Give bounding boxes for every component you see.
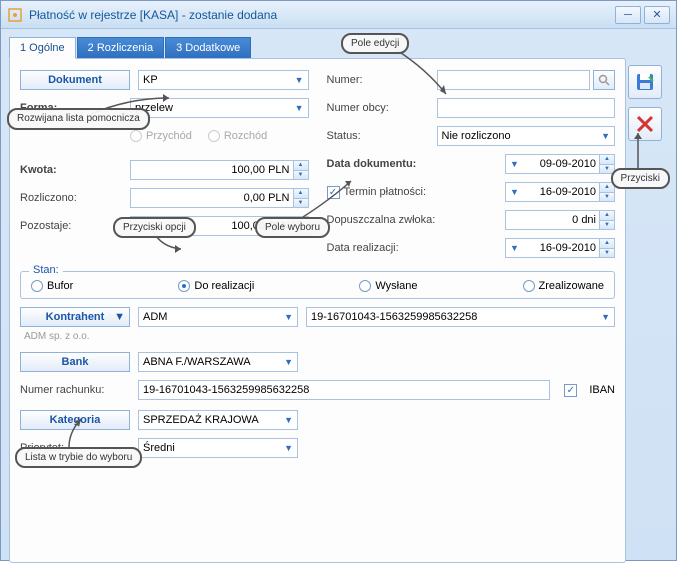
side-buttons xyxy=(628,65,662,141)
tab-dodatkowe[interactable]: 3 Dodatkowe xyxy=(165,37,251,59)
dokument-button[interactable]: Dokument xyxy=(20,70,130,90)
tab-rozliczenia[interactable]: 2 Rozliczenia xyxy=(77,37,164,59)
window-title: Płatność w rejestrze [KASA] - zostanie d… xyxy=(29,8,612,22)
bank-value: ABNA F./WARSZAWA xyxy=(143,356,251,368)
zwloka-label: Dopuszczalna zwłoka: xyxy=(327,214,477,226)
stan-legend: Stan: xyxy=(29,264,63,276)
stan-dorealizacji-radio[interactable]: Do realizacji xyxy=(178,280,254,292)
rozliczono-value: 0,00 PLN xyxy=(244,192,290,204)
kontrahent-value: ADM xyxy=(143,311,167,323)
kategoria-value: SPRZEDAŻ KRAJOWA xyxy=(143,414,259,426)
numer-obcy-label: Numer obcy: xyxy=(327,102,437,114)
tab-bar: 1 Ogólne 2 Rozliczenia 3 Dodatkowe xyxy=(9,37,626,59)
tab-panel: Dokument KP ▼ Forma: przelew ▼ xyxy=(9,58,626,563)
rachunek-value: 19-16701043-1563259985632258 xyxy=(143,384,309,396)
window-icon xyxy=(7,7,23,23)
minimize-button[interactable]: ─ xyxy=(615,6,641,24)
data-dok-input[interactable]: ▼ 09-09-2010 ▲▼ xyxy=(505,154,615,174)
dokument-combo[interactable]: KP ▼ xyxy=(138,70,309,90)
rachunek-input[interactable]: 19-16701043-1563259985632258 xyxy=(138,380,550,400)
kwota-input[interactable]: 100,00 PLN ▲▼ xyxy=(130,160,309,180)
kontrahent-account-combo[interactable]: 19-16701043-1563259985632258 ▼ xyxy=(306,307,615,327)
app-window: Płatność w rejestrze [KASA] - zostanie d… xyxy=(0,0,677,561)
magnifier-icon xyxy=(598,74,610,86)
kwota-value: 100,00 PLN xyxy=(231,164,289,176)
status-combo[interactable]: Nie rozliczono ▼ xyxy=(437,126,616,146)
rozchod-radio: Rozchód xyxy=(208,130,267,142)
numer-search-button[interactable] xyxy=(593,70,615,90)
callout-lista-pomocnicza: Rozwijana lista pomocnicza xyxy=(7,108,150,130)
data-dok-label: Data dokumentu: xyxy=(327,158,477,170)
callout-pole-wyboru: Pole wyboru xyxy=(255,217,330,238)
termin-input[interactable]: ▼ 16-09-2010 ▲▼ xyxy=(505,182,615,202)
titlebar: Płatność w rejestrze [KASA] - zostanie d… xyxy=(1,1,676,29)
close-button[interactable]: ✕ xyxy=(644,6,670,24)
tab-ogolne[interactable]: 1 Ogólne xyxy=(9,37,76,59)
przychod-rozchod-group: Przychód Rozchód xyxy=(130,130,267,142)
chevron-down-icon: ▼ xyxy=(114,311,125,323)
chevron-down-icon: ▼ xyxy=(284,415,293,425)
callout-lista-wybor: Lista w trybie do wyboru xyxy=(15,447,142,468)
realizacja-value: 16-09-2010 xyxy=(540,242,596,254)
bank-button[interactable]: Bank xyxy=(20,352,130,372)
termin-checkbox[interactable]: ✓ xyxy=(327,186,340,199)
stan-bufor-radio[interactable]: Bufor xyxy=(31,280,73,292)
przychod-radio: Przychód xyxy=(130,130,192,142)
termin-label: Termin płatności: xyxy=(344,186,474,198)
numer-input[interactable] xyxy=(437,70,591,90)
zwloka-input[interactable]: 0 dni ▲▼ xyxy=(505,210,615,230)
kontrahent-combo[interactable]: ADM ▼ xyxy=(138,307,298,327)
termin-value: 16-09-2010 xyxy=(540,186,596,198)
kwota-label: Kwota: xyxy=(20,164,130,176)
chevron-down-icon: ▼ xyxy=(601,131,610,141)
spin-up-icon[interactable]: ▲ xyxy=(293,161,308,171)
zwloka-value: 0 dni xyxy=(572,214,596,226)
status-value: Nie rozliczono xyxy=(442,130,511,142)
realizacja-input[interactable]: ▼ 16-09-2010 ▲▼ xyxy=(505,238,615,258)
chevron-down-icon: ▼ xyxy=(295,103,304,113)
stan-groupbox: Stan: Bufor Do realizacji Wysłane Zreali… xyxy=(20,271,615,299)
priorytet-combo[interactable]: Średni ▼ xyxy=(138,438,298,458)
kategoria-button[interactable]: Kategoria xyxy=(20,410,130,430)
rachunek-label: Numer rachunku: xyxy=(20,384,130,396)
stan-zrealizowane-radio[interactable]: Zrealizowane xyxy=(523,280,604,292)
kategoria-combo[interactable]: SPRZEDAŻ KRAJOWA ▼ xyxy=(138,410,298,430)
rozliczono-input[interactable]: 0,00 PLN ▲▼ xyxy=(130,188,309,208)
dokument-value: KP xyxy=(143,74,158,86)
spin-down-icon[interactable]: ▼ xyxy=(293,171,308,180)
chevron-down-icon: ▼ xyxy=(284,443,293,453)
right-column: Numer: Numer obcy: Status: Nie rozlicz xyxy=(327,69,616,265)
bank-combo[interactable]: ABNA F./WARSZAWA ▼ xyxy=(138,352,298,372)
callout-pole-edycji: Pole edycji xyxy=(341,33,409,54)
iban-checkbox[interactable]: ✓ xyxy=(564,384,577,397)
realizacja-label: Data realizacji: xyxy=(327,242,477,254)
chevron-down-icon: ▼ xyxy=(601,312,610,322)
callout-przyciski: Przyciski xyxy=(611,168,670,189)
kontrahent-account-value: 19-16701043-1563259985632258 xyxy=(311,311,477,323)
kontrahent-subtext: ADM sp. z o.o. xyxy=(24,331,615,342)
data-dok-value: 09-09-2010 xyxy=(540,158,596,170)
status-label: Status: xyxy=(327,130,437,142)
numer-obcy-input[interactable] xyxy=(437,98,616,118)
numer-label: Numer: xyxy=(327,74,437,86)
chevron-down-icon: ▼ xyxy=(284,357,293,367)
diskette-icon xyxy=(634,71,656,93)
chevron-down-icon: ▼ xyxy=(284,312,293,322)
x-icon xyxy=(635,114,655,134)
iban-label: IBAN xyxy=(589,384,615,396)
priorytet-value: Średni xyxy=(143,442,175,454)
rozliczono-label: Rozliczono: xyxy=(20,192,130,204)
cancel-button[interactable] xyxy=(628,107,662,141)
forma-combo[interactable]: przelew ▼ xyxy=(130,98,309,118)
stan-wyslane-radio[interactable]: Wysłane xyxy=(359,280,417,292)
chevron-down-icon: ▼ xyxy=(295,75,304,85)
kontrahent-button[interactable]: Kontrahent ▼ xyxy=(20,307,130,327)
callout-przyciski-opcji: Przyciski opcji xyxy=(113,217,196,238)
save-button[interactable] xyxy=(628,65,662,99)
